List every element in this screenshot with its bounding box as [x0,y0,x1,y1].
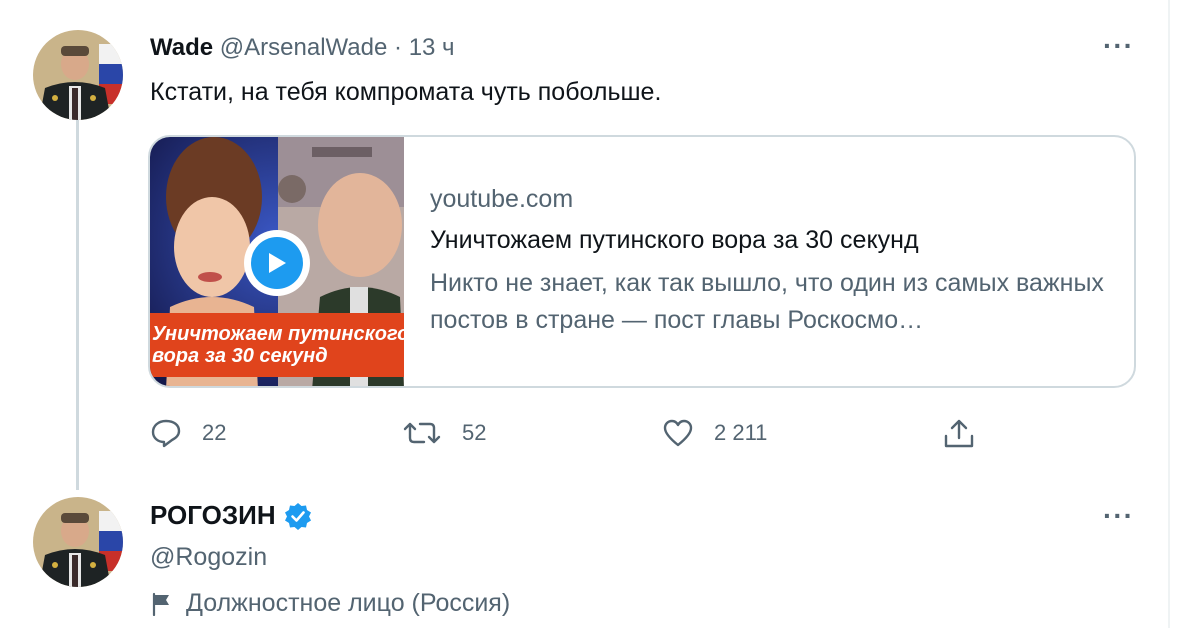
author-handle[interactable]: @ArsenalWade [220,34,388,61]
play-button[interactable] [244,230,310,296]
reply-button[interactable]: 22 [150,418,226,448]
profile-name-row: РОГОЗИН [150,500,312,531]
card-domain: youtube.com [430,185,574,213]
avatar[interactable] [33,497,123,587]
header-separator: · [394,34,403,61]
thumbnail-caption: Уничтожаем путинского вора за 30 секунд [150,313,404,377]
card-description: Никто не знает, как так вышло, что один … [430,269,1104,334]
reply-icon [151,419,181,448]
profile-handle[interactable]: @Rogozin [150,543,267,572]
affiliation-label: Должностное лицо (Россия) [186,589,511,617]
verified-badge-icon [284,502,311,530]
retweet-icon [403,422,441,444]
retweet-count: 52 [462,420,487,445]
profile-affiliation: Должностное лицо (Россия) [150,589,510,618]
reply-count: 22 [202,420,227,445]
thumbnail-caption-line: Уничтожаем путинского [152,323,404,345]
profile-name[interactable]: РОГОЗИН [150,500,276,531]
tweet-action-bar: 22 52 2 211 [150,418,1050,454]
avatar-image [33,497,123,587]
share-button[interactable] [942,418,976,450]
more-options-button[interactable]: ··· [1103,500,1134,532]
more-options-button[interactable]: ··· [1103,30,1134,62]
timeline-border [1168,0,1170,628]
link-preview-card[interactable]: Уничтожаем путинского вора за 30 секунд … [148,135,1136,388]
tweet-timestamp[interactable]: 13 ч [409,34,455,61]
play-icon [269,253,286,273]
thread-connector-line [76,120,79,490]
thumbnail-caption-line: вора за 30 секунд [152,345,328,367]
share-icon [944,419,974,448]
card-title: Уничтожаем путинского вора за 30 секунд [430,226,919,254]
like-icon [663,419,693,447]
retweet-button[interactable]: 52 [402,418,486,448]
tweet-text: Кстати, на тебя компромата чуть побольше… [150,78,662,106]
avatar-image [33,30,123,120]
like-count: 2 211 [714,420,768,445]
card-text-block: youtube.com Уничтожаем путинского вора з… [430,185,1120,339]
avatar[interactable] [33,30,123,120]
flag-icon [152,592,169,616]
video-thumbnail[interactable]: Уничтожаем путинского вора за 30 секунд [150,137,404,386]
tweet-header: Wade @ArsenalWade · 13 ч [150,34,455,62]
author-name[interactable]: Wade [150,34,213,61]
like-button[interactable]: 2 211 [662,418,767,448]
